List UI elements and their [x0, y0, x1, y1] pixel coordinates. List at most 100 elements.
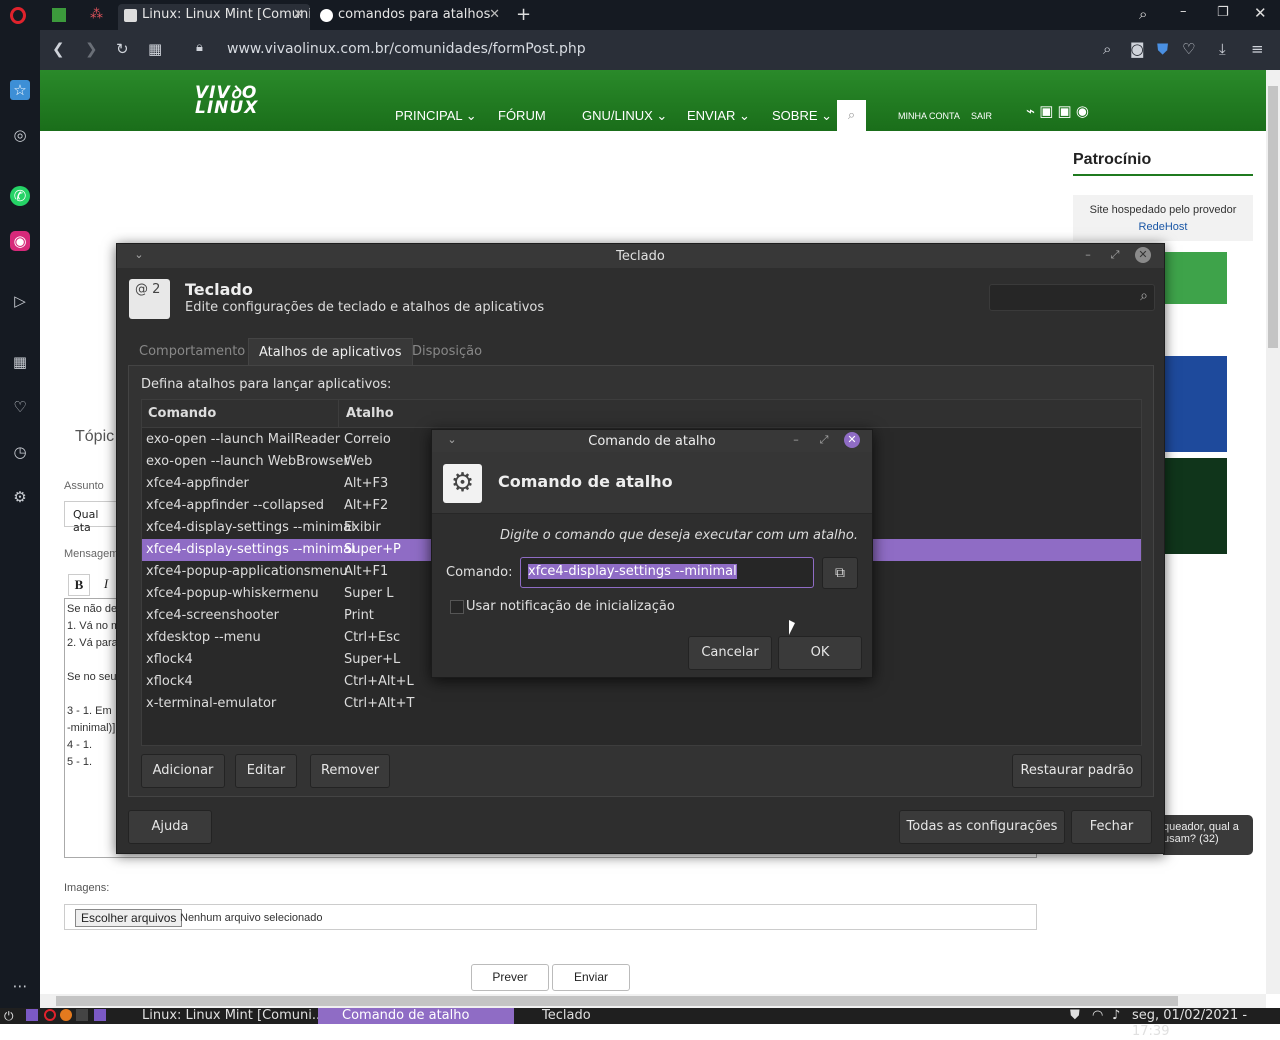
maximize-icon[interactable]: ⤢	[1107, 247, 1123, 263]
minimize-icon[interactable]: –	[788, 432, 804, 448]
ok-button[interactable]: OK	[778, 636, 862, 670]
opera-menu-icon[interactable]	[10, 7, 26, 24]
shield-tray-icon[interactable]: ⛊	[1070, 1008, 1080, 1023]
column-header-command[interactable]: Comando	[148, 406, 216, 421]
account-link[interactable]: MINHA CONTA	[898, 111, 960, 121]
shield-icon[interactable]: ⛊	[1157, 40, 1168, 58]
tab-comportamento[interactable]: Comportamento	[129, 338, 255, 366]
menu-icon[interactable]: ⏻	[4, 1009, 14, 1024]
reload-icon[interactable]: ↻	[116, 40, 129, 58]
nav-gnulinux[interactable]: GNU/LINUX ⌄	[582, 108, 667, 124]
file-input[interactable]: Escolher arquivos Nenhum arquivo selecio…	[64, 904, 1037, 930]
subject-input[interactable]: Qual ata	[64, 501, 124, 534]
ad-banner[interactable]	[1163, 252, 1227, 304]
pinned-tab-icon[interactable]	[52, 8, 66, 22]
apps-icon[interactable]: ▦	[10, 352, 30, 372]
side-tooltip[interactable]: queador, qual a usam? (32)	[1163, 815, 1253, 855]
settings-icon[interactable]: ⚙	[10, 487, 30, 507]
browse-file-icon[interactable]: ⧉	[822, 557, 858, 589]
close-window-icon[interactable]: ✕	[1254, 4, 1267, 22]
site-logo[interactable]: VIVꝺO LINUX	[195, 85, 258, 117]
pinned-tab-icon[interactable]: ⁂	[90, 7, 103, 22]
bold-button[interactable]: B	[68, 574, 90, 596]
more-icon[interactable]: ⋯	[10, 976, 30, 996]
startup-notification-label[interactable]: Usar notificação de inicialização	[466, 599, 675, 614]
new-tab-icon[interactable]: +	[516, 4, 531, 25]
nav-enviar[interactable]: ENVIAR ⌄	[687, 108, 750, 124]
maximize-icon[interactable]: ❐	[1217, 5, 1229, 20]
snapshot-icon[interactable]: ◙	[1130, 40, 1145, 58]
back-icon[interactable]: ❮	[52, 40, 65, 58]
launcher-icon[interactable]	[26, 1009, 38, 1021]
scrollbar-thumb[interactable]	[1268, 86, 1278, 348]
column-header-shortcut[interactable]: Atalho	[346, 406, 394, 421]
speed-dial-icon[interactable]: ☆	[10, 80, 30, 100]
nav-principal[interactable]: PRINCIPAL ⌄	[395, 108, 477, 124]
search-tabs-icon[interactable]: ⌕	[1139, 5, 1147, 23]
close-icon[interactable]: ✕	[844, 432, 860, 448]
preview-button[interactable]: Prever	[471, 964, 549, 991]
nav-forum[interactable]: FÓRUM	[498, 108, 546, 123]
site-search-icon[interactable]: ⌕	[837, 100, 866, 131]
close-tab-icon[interactable]: ✕	[489, 4, 500, 26]
wifi-icon[interactable]: ◠	[1092, 1008, 1103, 1023]
volume-icon[interactable]: ♪	[1112, 1008, 1120, 1023]
task-keyboard[interactable]: Teclado	[518, 1008, 668, 1024]
instagram-icon[interactable]: ◉	[10, 231, 30, 251]
command-input[interactable]: xfce4-display-settings --minimal	[520, 557, 814, 588]
news-icon[interactable]: ◎	[10, 125, 30, 145]
edit-button[interactable]: Editar	[235, 754, 297, 788]
whatsapp-icon[interactable]: ✆	[10, 186, 30, 206]
social-icons[interactable]: ⌁ ▣ ▣ ◉	[1026, 102, 1089, 120]
remove-button[interactable]: Remover	[310, 754, 390, 788]
close-button[interactable]: Fechar	[1071, 810, 1152, 844]
tab-inactive[interactable]: comandos para atalhos ✕	[314, 4, 506, 30]
firefox-launcher-icon[interactable]	[60, 1009, 72, 1021]
restore-defaults-button[interactable]: Restaurar padrão	[1012, 754, 1142, 788]
clock[interactable]: seg, 01/02/2021 - 17:39	[1132, 1008, 1280, 1040]
terminal-launcher-icon[interactable]	[76, 1009, 88, 1021]
zoom-icon[interactable]: ⌕	[1103, 40, 1111, 58]
tab-disposicao[interactable]: Disposição	[402, 338, 492, 366]
task-browser[interactable]: Linux: Linux Mint [Comuni...	[118, 1008, 324, 1024]
maximize-icon[interactable]: ⤢	[816, 432, 832, 448]
choose-files-button[interactable]: Escolher arquivos	[75, 909, 183, 927]
menu-icon[interactable]: ≡	[1251, 40, 1264, 58]
ad-banner[interactable]	[1163, 356, 1227, 452]
dialog-titlebar[interactable]: ⌄ Comando de atalho – ⤢ ✕	[432, 430, 872, 452]
help-button[interactable]: Ajuda	[128, 810, 212, 844]
horizontal-scrollbar[interactable]	[40, 994, 1266, 1008]
history-icon[interactable]: ◷	[10, 442, 30, 462]
logout-link[interactable]: SAIR	[971, 111, 992, 121]
minimize-icon[interactable]: –	[1080, 247, 1096, 263]
task-dialog[interactable]: Comando de atalho	[318, 1008, 514, 1024]
close-tab-icon[interactable]: ✕	[293, 4, 304, 26]
forward-icon[interactable]: ❯	[85, 40, 98, 58]
player-icon[interactable]: ▷	[10, 291, 30, 311]
add-button[interactable]: Adicionar	[141, 754, 225, 788]
close-icon[interactable]: ✕	[1135, 247, 1151, 263]
tab-atalhos[interactable]: Atalhos de aplicativos	[248, 338, 413, 366]
bookmarks-icon[interactable]: ♡	[10, 397, 30, 417]
download-icon[interactable]: ⤓	[1219, 40, 1226, 58]
italic-button[interactable]: I	[95, 574, 117, 596]
files-launcher-icon[interactable]	[94, 1009, 106, 1021]
sponsor-link[interactable]: RedeHost	[1073, 221, 1253, 233]
vertical-scrollbar[interactable]	[1266, 70, 1280, 994]
opera-launcher-icon[interactable]	[44, 1009, 56, 1021]
cancel-button[interactable]: Cancelar	[688, 636, 772, 670]
ad-banner[interactable]	[1163, 458, 1227, 554]
all-settings-button[interactable]: Todas as configurações	[899, 810, 1065, 844]
url-field[interactable]: www.vivaolinux.com.br/comunidades/formPo…	[227, 41, 586, 57]
startup-notification-checkbox[interactable]	[450, 600, 464, 614]
minimize-icon[interactable]: –	[1180, 4, 1187, 19]
table-row[interactable]: x-terminal-emulator Ctrl+Alt+T	[142, 693, 1141, 715]
nav-sobre[interactable]: SOBRE ⌄	[772, 108, 832, 124]
settings-search-input[interactable]: ⌕	[989, 284, 1155, 311]
scrollbar-thumb[interactable]	[56, 996, 1178, 1006]
send-button[interactable]: Enviar	[552, 964, 630, 991]
tabs-grid-icon[interactable]: ▦	[148, 40, 162, 58]
window-titlebar[interactable]: ⌄ Teclado – ⤢ ✕	[117, 244, 1164, 268]
tab-active[interactable]: Linux: Linux Mint [Comunidade ✕	[118, 4, 310, 30]
heart-icon[interactable]: ♡	[1182, 40, 1195, 58]
